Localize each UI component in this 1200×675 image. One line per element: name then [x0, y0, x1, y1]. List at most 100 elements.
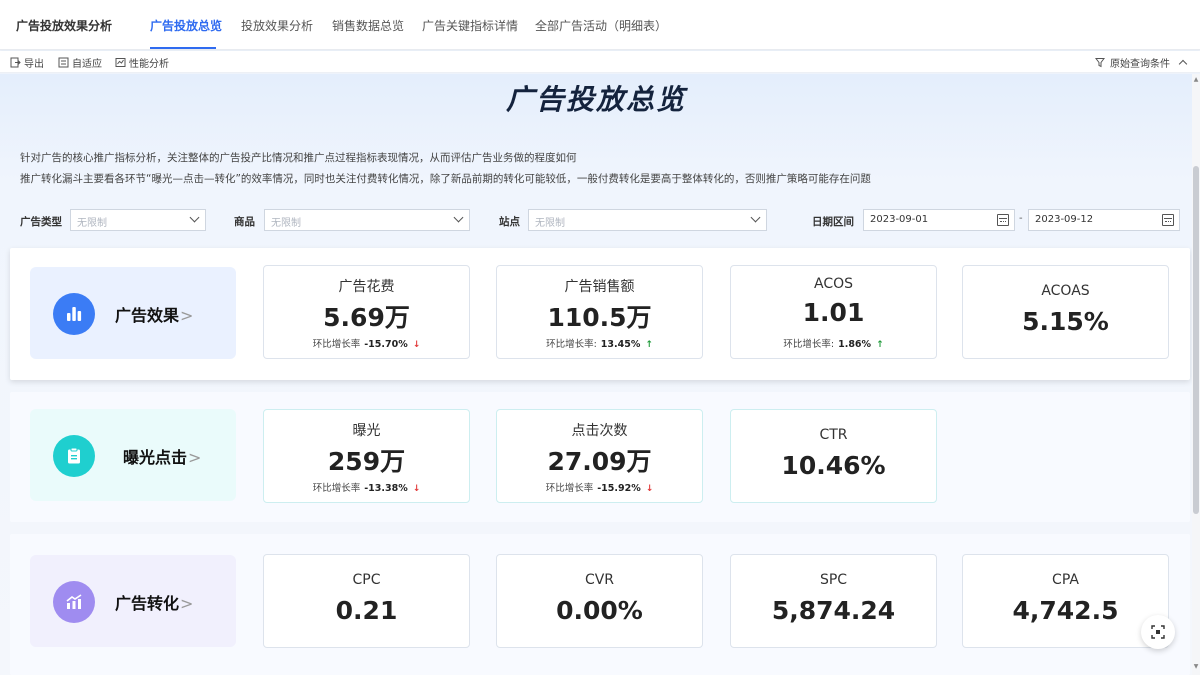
- adapt-icon: [58, 57, 69, 68]
- growth-label: 环比增长率:: [783, 339, 835, 350]
- vertical-scrollbar[interactable]: ▲ ▼: [1192, 74, 1200, 675]
- metric-name: CTR: [819, 427, 848, 443]
- chevron-down-icon: [453, 212, 464, 223]
- start-date-input[interactable]: 2023-09-01: [863, 209, 1015, 231]
- tab-all-campaigns[interactable]: 全部广告活动（明细表）: [535, 17, 667, 34]
- adapt-button[interactable]: 自适应: [58, 55, 102, 70]
- category-title: 广告效果: [115, 306, 180, 325]
- arrow-down-icon: ↓: [645, 484, 654, 494]
- adapt-label: 自适应: [72, 59, 102, 70]
- export-button[interactable]: 导出: [10, 55, 44, 70]
- metric-name: 广告销售额: [564, 279, 635, 295]
- metric-card-spc: SPC 5,874.24: [730, 554, 937, 648]
- bar-chart-icon: [53, 293, 95, 335]
- arrow-up-icon: ↑: [645, 340, 653, 350]
- scroll-up-icon[interactable]: ▲: [1193, 77, 1199, 83]
- query-conditions-button[interactable]: 原始查询条件: [1095, 55, 1188, 70]
- metric-card-acos: ACOS 1.01 环比增长率: 1.86% ↑: [730, 265, 937, 359]
- metric-growth: 环比增长率 -15.92% ↓: [497, 480, 702, 494]
- arrow-down-icon: ↓: [412, 340, 421, 350]
- metric-name: 广告花费: [338, 279, 395, 295]
- growth-label: 环比增长率:: [546, 339, 597, 350]
- growth-value: -13.38%: [364, 483, 408, 494]
- metric-name: SPC: [819, 572, 848, 588]
- metric-value: 0.21: [335, 596, 398, 625]
- category-card-ad-effect[interactable]: 广告效果>: [30, 267, 236, 359]
- category-card-exposure-click[interactable]: 曝光点击>: [30, 409, 236, 501]
- metric-name: CVR: [584, 572, 615, 588]
- metric-name: ACOS: [813, 276, 853, 292]
- metric-value: 27.09万: [547, 447, 652, 476]
- active-tab-indicator: [150, 47, 216, 49]
- metric-value: 1.01: [802, 298, 865, 327]
- top-nav: 广告投放效果分析 广告投放总览 投放效果分析 销售数据总览 广告关键指标详情 全…: [0, 0, 1200, 50]
- ad-type-label: 广告类型: [20, 216, 62, 228]
- metric-growth: 环比增长率: 13.45% ↑: [497, 336, 702, 350]
- description-line-1: 针对广告的核心推广指标分析，关注整体的广告投产比情况和推广点过程指标表现情况，从…: [20, 152, 577, 164]
- arrow-up-icon: ↑: [876, 340, 884, 350]
- performance-icon: [115, 58, 126, 67]
- metric-value: 4,742.5: [1012, 596, 1119, 625]
- chevron-right-icon: >: [180, 594, 194, 613]
- metric-value: 0.00%: [556, 596, 643, 625]
- section-exposure-click: 曝光点击> 曝光 259万 环比增长率 -13.38% ↓ 点击次数 27.09万 …: [10, 392, 1190, 522]
- site-select[interactable]: 无限制: [528, 209, 767, 231]
- toolbar: 导出 自适应 性能分析 原始查询条件: [0, 51, 1200, 73]
- growth-value: 13.45%: [600, 339, 641, 350]
- clipboard-icon: [53, 435, 95, 477]
- start-date-value: 2023-09-01: [870, 214, 929, 225]
- site-value: 无限制: [535, 218, 565, 229]
- export-label: 导出: [24, 59, 44, 70]
- ad-type-select[interactable]: 无限制: [70, 209, 206, 231]
- metric-value: 10.46%: [781, 451, 886, 480]
- metric-name: 点击次数: [571, 423, 628, 439]
- chevron-up-icon: [1178, 59, 1188, 69]
- category-card-ad-conversion[interactable]: 广告转化>: [30, 555, 236, 647]
- perf-analysis-button[interactable]: 性能分析: [115, 55, 169, 70]
- chevron-down-icon: [750, 212, 761, 223]
- filter-icon: [1095, 58, 1105, 68]
- page-title: 广告投放总览: [505, 83, 686, 116]
- metric-growth: 环比增长率 -15.70% ↓: [264, 336, 469, 350]
- metric-value: 110.5万: [547, 303, 652, 332]
- date-separator: -: [1019, 213, 1023, 224]
- tab-key-metrics[interactable]: 广告关键指标详情: [422, 17, 518, 34]
- ad-type-value: 无限制: [77, 218, 107, 229]
- category-title: 广告转化: [115, 594, 180, 613]
- product-label: 商品: [234, 216, 255, 228]
- arrow-down-icon: ↓: [412, 484, 421, 494]
- metric-card-ctr: CTR 10.46%: [730, 409, 937, 503]
- app-title: 广告投放效果分析: [16, 19, 113, 33]
- metric-card-ad-spend: 广告花费 5.69万 环比增长率 -15.70% ↓: [263, 265, 470, 359]
- growth-label: 环比增长率: [312, 483, 361, 494]
- growth-value: -15.92%: [597, 483, 641, 494]
- scroll-thumb[interactable]: [1193, 166, 1199, 514]
- site-label: 站点: [499, 216, 520, 228]
- metric-card-cpa: CPA 4,742.5: [962, 554, 1169, 648]
- scroll-down-icon[interactable]: ▼: [1193, 664, 1199, 670]
- fullscreen-button[interactable]: [1141, 615, 1175, 649]
- metric-card-impressions: 曝光 259万 环比增长率 -13.38% ↓: [263, 409, 470, 503]
- category-link-ad-conversion[interactable]: 广告转化>: [115, 590, 193, 614]
- date-range-label: 日期区间: [812, 216, 854, 228]
- metric-value: 5.69万: [323, 303, 410, 332]
- metric-card-acoas: ACOAS 5.15%: [962, 265, 1169, 359]
- tab-effect-analysis[interactable]: 投放效果分析: [241, 17, 313, 34]
- metric-name: 曝光: [352, 423, 381, 439]
- tab-sales-overview[interactable]: 销售数据总览: [332, 17, 404, 34]
- product-value: 无限制: [271, 218, 301, 229]
- tab-overview[interactable]: 广告投放总览: [150, 17, 222, 34]
- perf-analysis-label: 性能分析: [129, 59, 169, 70]
- category-link-exposure-click[interactable]: 曝光点击>: [123, 444, 201, 468]
- product-select[interactable]: 无限制: [264, 209, 470, 231]
- end-date-input[interactable]: 2023-09-12: [1028, 209, 1180, 231]
- metric-growth: 环比增长率: 1.86% ↑: [731, 336, 936, 350]
- metric-growth: 环比增长率 -13.38% ↓: [264, 480, 469, 494]
- growth-value: 1.86%: [838, 339, 872, 350]
- metric-name: CPA: [1052, 572, 1079, 588]
- category-link-ad-effect[interactable]: 广告效果>: [115, 302, 193, 326]
- metric-card-clicks: 点击次数 27.09万 环比增长率 -15.92% ↓: [496, 409, 703, 503]
- focus-icon: [1151, 625, 1165, 639]
- metric-card-ad-sales: 广告销售额 110.5万 环比增长率: 13.45% ↑: [496, 265, 703, 359]
- metric-card-cpc: CPC 0.21: [263, 554, 470, 648]
